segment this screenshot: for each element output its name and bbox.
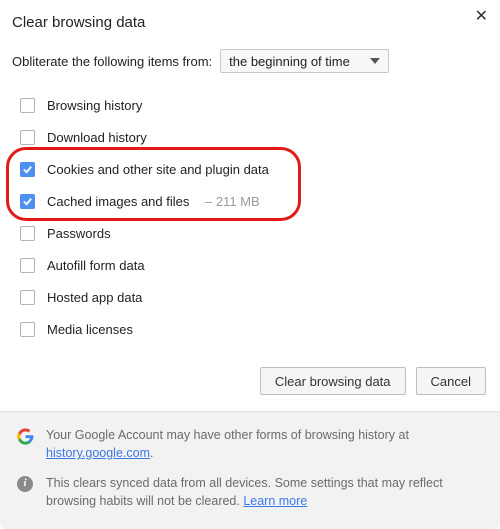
footer-sync-text: This clears synced data from all devices… bbox=[46, 474, 484, 510]
info-icon: i bbox=[16, 475, 34, 493]
options-list: Browsing history Download history Cookie… bbox=[0, 89, 500, 345]
checkbox[interactable] bbox=[20, 130, 35, 145]
option-label: Cookies and other site and plugin data bbox=[47, 162, 269, 177]
option-label: Media licenses bbox=[47, 322, 133, 337]
option-download-history[interactable]: Download history bbox=[20, 121, 488, 153]
footer-sync-row: i This clears synced data from all devic… bbox=[16, 474, 484, 510]
option-media-licenses[interactable]: Media licenses bbox=[20, 313, 488, 345]
checkbox[interactable] bbox=[20, 290, 35, 305]
option-browsing-history[interactable]: Browsing history bbox=[20, 89, 488, 121]
option-label: Passwords bbox=[47, 226, 111, 241]
time-range-select[interactable]: the beginning of time bbox=[220, 49, 389, 73]
option-label: Cached images and files bbox=[47, 194, 189, 209]
footer-account-text: Your Google Account may have other forms… bbox=[46, 426, 484, 462]
option-size: – 211 MB bbox=[201, 194, 259, 209]
google-icon bbox=[16, 427, 34, 445]
learn-more-link[interactable]: Learn more bbox=[243, 494, 307, 508]
cancel-button[interactable]: Cancel bbox=[416, 367, 486, 395]
checkbox[interactable] bbox=[20, 194, 35, 209]
option-hosted-app[interactable]: Hosted app data bbox=[20, 281, 488, 313]
history-google-link[interactable]: history.google.com bbox=[46, 446, 150, 460]
option-cookies[interactable]: Cookies and other site and plugin data bbox=[20, 153, 488, 185]
option-label: Download history bbox=[47, 130, 147, 145]
close-icon[interactable]: ✕ bbox=[475, 6, 488, 26]
checkbox[interactable] bbox=[20, 162, 35, 177]
option-cached[interactable]: Cached images and files – 211 MB bbox=[20, 185, 488, 217]
time-range-label: Obliterate the following items from: bbox=[12, 54, 212, 69]
clear-browsing-data-dialog: ✕ Clear browsing data Obliterate the fol… bbox=[0, 0, 500, 529]
dialog-title: Clear browsing data bbox=[0, 0, 500, 35]
checkbox[interactable] bbox=[20, 98, 35, 113]
option-autofill[interactable]: Autofill form data bbox=[20, 249, 488, 281]
dialog-buttons: Clear browsing data Cancel bbox=[0, 345, 500, 411]
time-range-value: the beginning of time bbox=[229, 54, 350, 69]
option-passwords[interactable]: Passwords bbox=[20, 217, 488, 249]
chevron-down-icon bbox=[370, 58, 380, 64]
option-label: Hosted app data bbox=[47, 290, 142, 305]
option-label: Autofill form data bbox=[47, 258, 145, 273]
footer-account-row: Your Google Account may have other forms… bbox=[16, 426, 484, 462]
dialog-footer: Your Google Account may have other forms… bbox=[0, 411, 500, 529]
option-label: Browsing history bbox=[47, 98, 142, 113]
checkbox[interactable] bbox=[20, 258, 35, 273]
checkbox[interactable] bbox=[20, 226, 35, 241]
time-range-row: Obliterate the following items from: the… bbox=[0, 35, 500, 89]
checkbox[interactable] bbox=[20, 322, 35, 337]
clear-browsing-data-button[interactable]: Clear browsing data bbox=[260, 367, 406, 395]
